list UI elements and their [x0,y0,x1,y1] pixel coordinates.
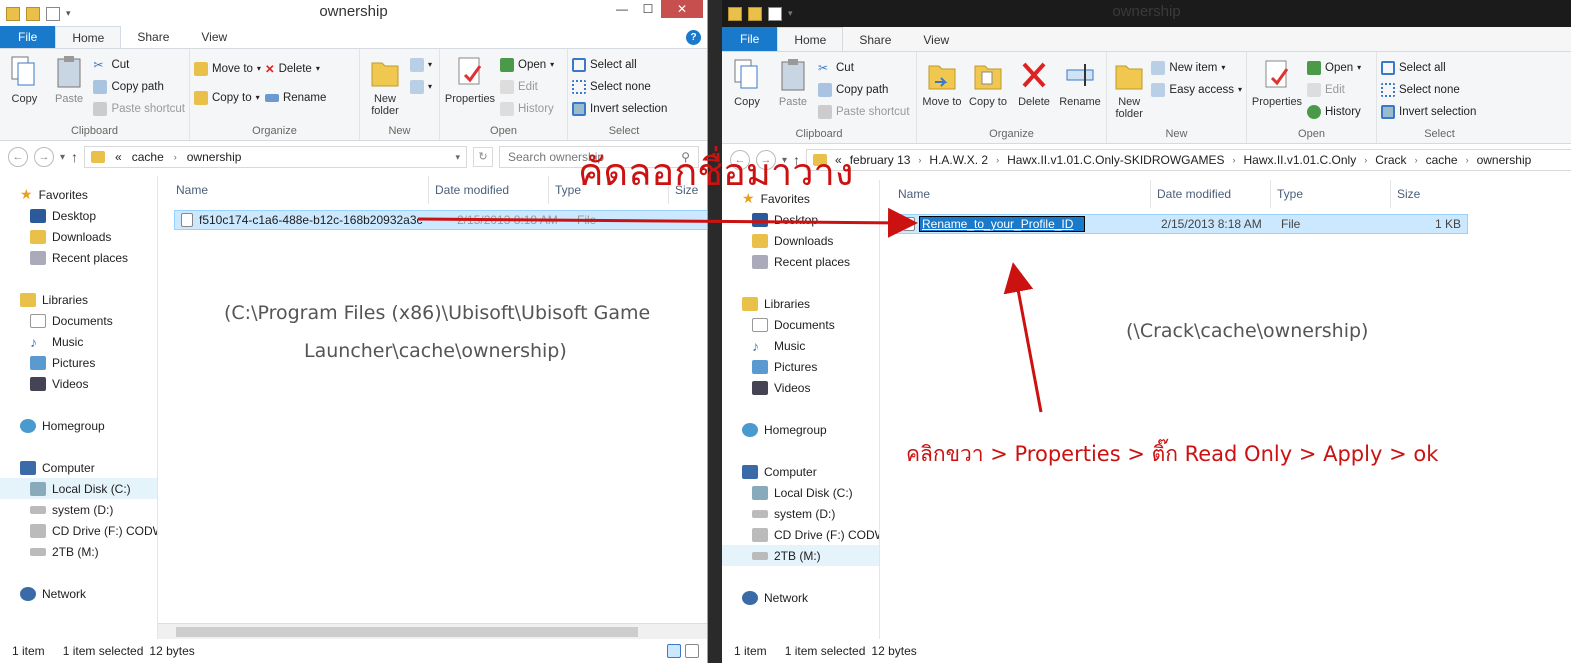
annotation-arrows [417,207,1043,413]
arrow-copy-to-rename [417,207,918,238]
arrow-steps-to-file [1003,262,1043,413]
